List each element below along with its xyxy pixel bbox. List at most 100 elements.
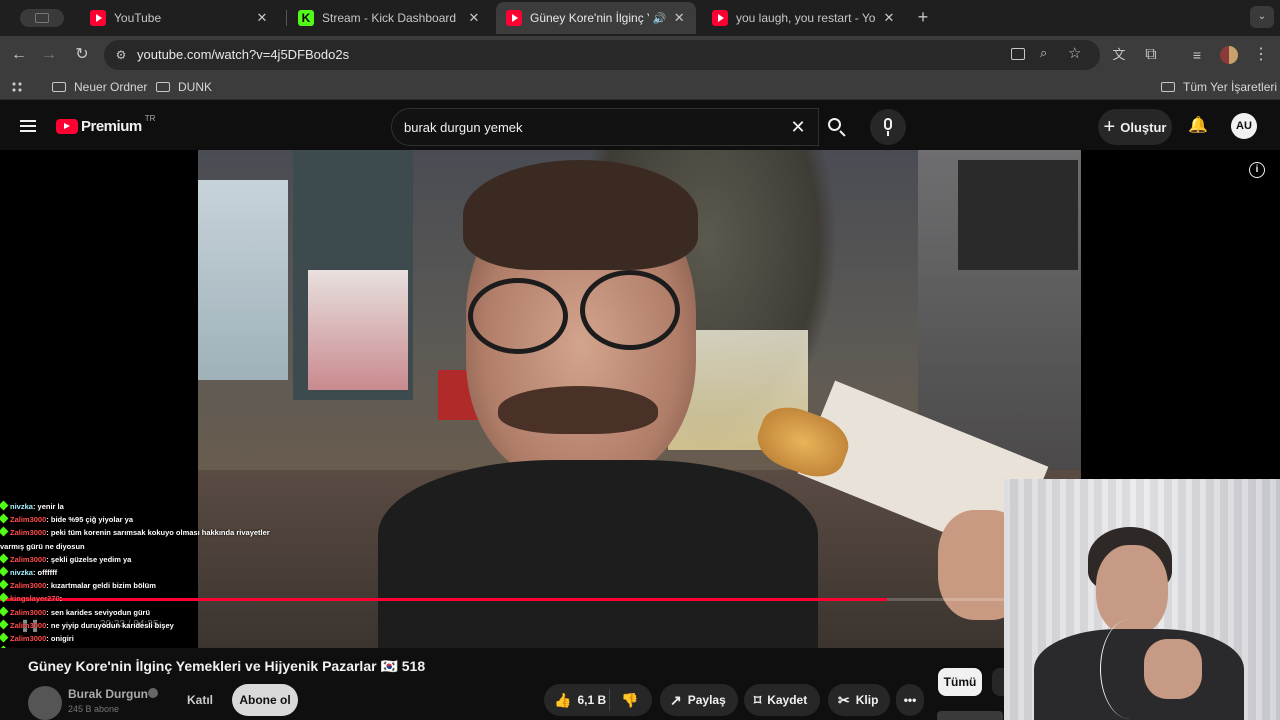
share-icon: ↗ <box>670 691 682 708</box>
tab-list-button[interactable]: ⌄ <box>1250 6 1274 28</box>
like-count: 6,1 B <box>577 693 607 707</box>
clip-label: Klip <box>855 693 879 707</box>
dislike-button[interactable]: 👎 <box>610 692 650 709</box>
person-hair <box>463 160 698 270</box>
join-label: Katıl <box>186 693 213 707</box>
subscribe-button[interactable]: Abone ol <box>232 684 298 716</box>
channel-avatar[interactable] <box>28 686 62 720</box>
plus-icon: + <box>1103 116 1116 138</box>
reload-icon[interactable]: ↻ <box>71 44 93 66</box>
tab-divider <box>286 10 287 26</box>
subscriber-count: 245 B abone <box>68 704 120 714</box>
apps-grid-icon[interactable] <box>11 81 23 93</box>
youtube-logo[interactable]: Premium TR <box>56 114 155 135</box>
chat-username: kingslayer270 <box>10 594 60 604</box>
zoom-icon[interactable]: ⌕ <box>1040 45 1047 61</box>
chat-badge-icon <box>0 592 9 603</box>
like-button[interactable]: 👍 6,1 B <box>544 689 610 711</box>
person-mustache <box>498 386 658 434</box>
join-button[interactable]: Katıl <box>176 684 224 716</box>
browser-menu-icon[interactable]: ⋮ <box>1250 44 1272 66</box>
chat-message: nivzka: yenir la <box>0 500 282 513</box>
recommended-thumbnail[interactable] <box>937 711 1003 720</box>
chat-text: varmış gürü ne diyosun <box>0 541 85 551</box>
all-bookmarks[interactable]: Tüm Yer İşaretleri <box>1161 80 1277 94</box>
bookmark-folder[interactable]: DUNK <box>156 80 212 94</box>
billboard <box>198 180 288 380</box>
chat-username: nivzka <box>10 568 33 578</box>
chat-badge-icon <box>0 526 9 537</box>
close-icon[interactable]: ✕ <box>254 10 270 26</box>
close-icon[interactable]: ✕ <box>672 10 686 26</box>
reading-list-icon[interactable]: ≡ <box>1186 44 1208 66</box>
search-query[interactable]: burak durgun yemek <box>404 120 523 135</box>
person-body <box>378 460 818 648</box>
search-input[interactable]: burak durgun yemek <box>391 108 819 146</box>
forward-arrow-icon[interactable]: → <box>38 44 60 66</box>
webcam-overlay <box>1004 479 1280 720</box>
chat-text: : peki tüm korenin sarımsak kokuyo olmas… <box>46 528 270 538</box>
filter-chip-all[interactable]: Tümü <box>938 668 982 696</box>
verified-icon <box>148 688 158 698</box>
profile-avatar[interactable] <box>1220 46 1238 64</box>
extensions-icon[interactable]: ⧉ <box>1140 44 1162 66</box>
save-label: Kaydet <box>767 693 808 707</box>
bookmark-label: DUNK <box>178 80 213 94</box>
clear-search-icon[interactable]: ✕ <box>788 117 808 137</box>
info-icon[interactable]: i <box>1249 162 1265 178</box>
chat-username: Zalim3000 <box>10 607 47 617</box>
channel-name[interactable]: Burak Durgun <box>68 687 148 701</box>
chat-username: Zalim3000 <box>10 634 47 644</box>
chat-message: Zalim3000: peki tüm korenin sarımsak kok… <box>0 526 282 539</box>
chat-username: Zalim3000 <box>10 581 47 591</box>
chat-badge-icon <box>0 513 9 524</box>
back-arrow-icon[interactable]: ← <box>8 44 30 66</box>
like-dislike-group: 👍 6,1 B 👎 <box>544 684 652 716</box>
tab-title: Stream - Kick Dashboard <box>322 11 457 25</box>
filter-chip-next[interactable]: A <box>992 668 1004 696</box>
speaker-icon[interactable]: 🔊 <box>653 12 667 25</box>
chat-username: Zalim3000 <box>10 554 47 564</box>
clip-button[interactable]: ✂ Klip <box>828 684 890 716</box>
chat-message: Zalim3000: şekli güzelse yedim ya <box>0 553 282 566</box>
tab-youtube[interactable]: YouTube ✕ <box>80 4 280 32</box>
chat-message: Zalim3000: onigiri <box>0 632 282 645</box>
translate-icon[interactable]: 文 <box>1108 44 1130 66</box>
tab-search-button[interactable] <box>20 9 64 27</box>
window <box>958 160 1078 270</box>
microphone-icon <box>884 118 892 130</box>
url-text[interactable]: youtube.com/watch?v=4j5DFBodo2s <box>137 47 349 62</box>
install-app-icon[interactable] <box>1011 48 1025 60</box>
more-icon: ••• <box>903 693 917 707</box>
tab-active-video[interactable]: Güney Kore'nin İlginç Yem 🔊 ✕ <box>496 2 696 34</box>
more-actions-button[interactable]: ••• <box>896 684 924 716</box>
close-icon[interactable]: ✕ <box>466 10 482 26</box>
search-button[interactable] <box>818 108 856 146</box>
create-button[interactable]: + Oluştur <box>1098 109 1172 145</box>
video-title: Güney Kore'nin İlginç Yemekleri ve Hijye… <box>28 658 426 674</box>
bookmark-star-icon[interactable]: ☆ <box>1068 44 1081 62</box>
new-tab-icon[interactable]: + <box>914 8 932 26</box>
chat-message: varmış gürü ne diyosun <box>0 540 282 553</box>
bookmark-folder[interactable]: Neuer Ordner <box>52 80 147 94</box>
save-button[interactable]: ⌑ Kaydet <box>744 684 820 716</box>
share-label: Paylaş <box>687 693 726 707</box>
notifications-bell-icon[interactable]: 🔔 <box>1188 116 1208 136</box>
hamburger-menu-icon[interactable] <box>20 120 36 132</box>
share-button[interactable]: ↗ Paylaş <box>660 684 738 716</box>
chat-badge-icon <box>0 579 9 590</box>
chat-badge-icon <box>0 500 9 511</box>
bookmark-icon: ⌑ <box>754 691 762 708</box>
chat-text: : kızartmalar geldi bizim bölüm <box>46 581 156 591</box>
address-bar[interactable]: ⚙ youtube.com/watch?v=4j5DFBodo2s ⌕ ☆ <box>104 40 1100 70</box>
site-settings-icon[interactable]: ⚙ <box>112 46 130 64</box>
tab-kick-dashboard[interactable]: K Stream - Kick Dashboard ✕ <box>288 4 492 32</box>
chat-username: Zalim3000 <box>10 528 47 538</box>
chat-message: nivzka: offffff <box>0 566 282 579</box>
close-icon[interactable]: ✕ <box>882 10 896 26</box>
bookmark-label: Neuer Ordner <box>74 80 148 94</box>
tab-title: YouTube <box>114 11 162 25</box>
account-avatar[interactable]: AU <box>1231 113 1257 139</box>
tab-you-laugh[interactable]: you laugh, you restart - YouTu ✕ <box>702 4 906 32</box>
voice-search-button[interactable] <box>870 109 906 145</box>
